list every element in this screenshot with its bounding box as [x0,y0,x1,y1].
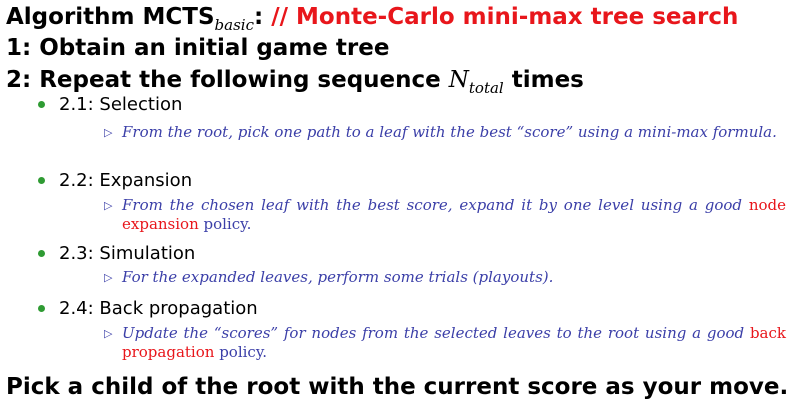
final-step: Pick a child of the root with the curren… [6,374,789,400]
triangle-bullet-icon: ▷ [104,327,113,340]
triangle-bullet-icon: ▷ [104,271,113,284]
header-colon: : [254,4,264,30]
bullet-dot-icon [38,101,45,108]
step-2-variable: N [448,67,469,93]
substep-detail: ▷ For the expanded leaves, perform some … [104,268,786,287]
substep-selection: 2.1: Selection [38,94,182,116]
substep-title: 2.4: Back propagation [59,298,258,319]
triangle-bullet-icon: ▷ [104,199,113,212]
algorithm-label: Algorithm MCTS [6,4,215,30]
detail-text: Update the “scores” for nodes from the s… [122,324,750,342]
algorithm-header: Algorithm MCTSbasic: // Monte-Carlo mini… [6,3,739,34]
substep-simulation: 2.3: Simulation [38,243,195,265]
substep-title: 2.1: Selection [59,94,183,115]
substep-title: 2.2: Expansion [59,170,193,191]
step-2-prefix: 2: Repeat the following sequence [6,67,449,93]
algorithm-comment: // Monte-Carlo mini-max tree search [271,4,739,30]
bullet-dot-icon [38,177,45,184]
triangle-bullet-icon: ▷ [104,126,113,139]
substep-title: 2.3: Simulation [59,243,196,264]
substep-detail: ▷ From the root, pick one path to a leaf… [104,123,786,142]
algorithm-subscript: basic [214,16,254,34]
substep-back-propagation: 2.4: Back propagation [38,298,258,320]
step-2-suffix: times [503,67,584,93]
substep-detail: ▷ Update the “scores” for nodes from the… [104,324,786,362]
substep-expansion: 2.2: Expansion [38,170,192,192]
step-2: 2: Repeat the following sequence Ntotal … [6,66,584,97]
step-2-variable-subscript: total [468,79,504,97]
substep-detail: ▷ From the chosen leaf with the best sco… [104,196,786,234]
bullet-dot-icon [38,305,45,312]
detail-text: For the expanded leaves, perform some tr… [122,268,554,286]
detail-text: From the chosen leaf with the best score… [122,196,749,214]
detail-text: From the root, pick one path to a leaf w… [122,123,777,141]
detail-text-end: policy. [214,343,268,361]
bullet-dot-icon [38,250,45,257]
detail-text-end: policy. [198,215,252,233]
step-1: 1: Obtain an initial game tree [6,35,390,61]
